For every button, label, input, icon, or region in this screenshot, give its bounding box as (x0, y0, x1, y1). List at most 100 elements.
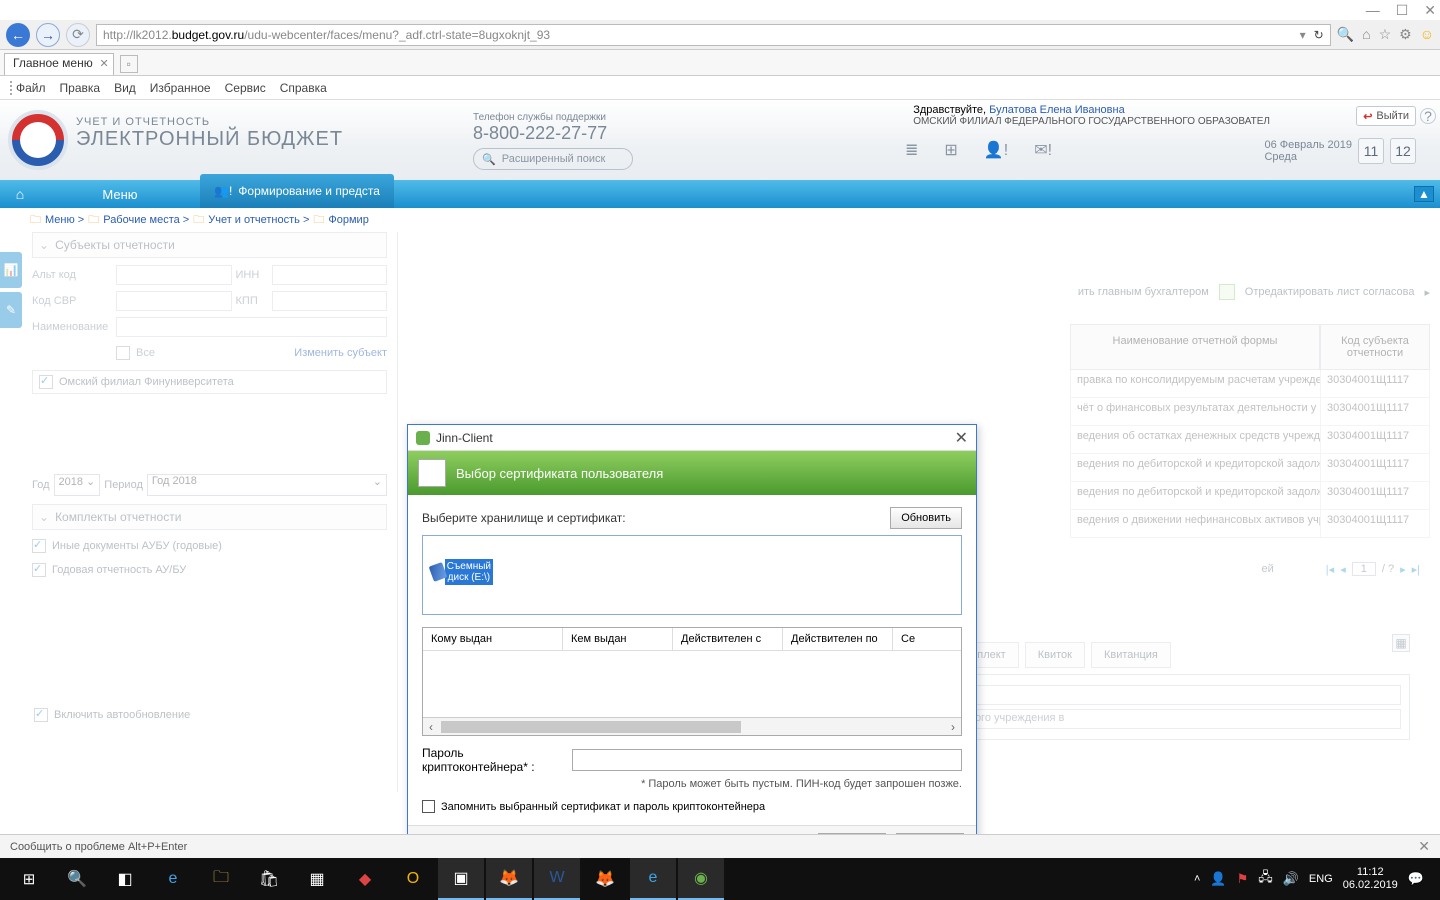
support-phone: 8-800-222-27-77 (473, 123, 633, 144)
app-brand: УЧЕТ И ОТЧЕТНОСТЬ ЭЛЕКТРОННЫЙ БЮДЖЕТ (76, 116, 343, 180)
address-bar[interactable]: http://lk2012.budget.gov.ru/udu-webcente… (96, 24, 1331, 46)
url-prefix: http://lk2012. (103, 28, 172, 42)
dialog-close-icon[interactable]: ✕ (955, 428, 968, 448)
browser-navbar: ← → ⟳ http://lk2012.budget.gov.ru/udu-we… (0, 20, 1440, 50)
edge-icon[interactable]: e (150, 858, 196, 900)
password-input[interactable] (572, 749, 962, 771)
menu-view[interactable]: Вид (114, 81, 136, 95)
back-button[interactable]: ← (6, 23, 30, 47)
tray-volume-icon[interactable]: 🔊 (1283, 871, 1299, 887)
refresh-button[interactable]: ⟳ (66, 23, 90, 47)
horiz-scrollbar[interactable]: ‹ › (423, 717, 961, 735)
maximize-icon[interactable]: ☐ (1396, 2, 1409, 19)
search-taskbar-icon[interactable]: 🔍 (54, 858, 100, 900)
home-icon[interactable]: ⌂ (1362, 26, 1370, 43)
cert-grid-body[interactable] (423, 651, 961, 717)
store-icon[interactable]: 🛍 (246, 858, 292, 900)
iexplore-icon[interactable]: e (630, 858, 676, 900)
tray-alert-icon[interactable]: ⚑ (1237, 871, 1249, 887)
browser-tab[interactable]: Главное меню ✕ (4, 53, 114, 75)
scroll-right-icon[interactable]: › (945, 720, 961, 734)
active-ribbon-tab[interactable]: 👥! Формирование и предста (200, 174, 394, 208)
advanced-search[interactable]: 🔍 Расширенный поиск (473, 148, 633, 170)
outlook-icon[interactable]: O (390, 858, 436, 900)
list-icon[interactable]: ≣ (905, 140, 918, 160)
smiley-icon[interactable]: ☺ (1420, 26, 1434, 43)
user-alert-icon[interactable]: 👤! (984, 140, 1008, 160)
menu-help[interactable]: Справка (280, 81, 327, 95)
jinn-taskbar-icon[interactable]: ◉ (678, 858, 724, 900)
close-icon[interactable]: ✕ (1424, 2, 1436, 19)
stop-reload-icon[interactable]: ↻ (1314, 28, 1324, 42)
url-path: /udu-webcenter/faces/menu?_adf.ctrl-stat… (244, 28, 550, 42)
grid-icon[interactable]: ⊞ (944, 140, 957, 160)
col-valid-from: Действителен с (673, 628, 783, 651)
cert-grid: Кому выдан Кем выдан Действителен с Дейс… (422, 627, 962, 736)
unknown-icon[interactable]: ▦ (294, 858, 340, 900)
crumb-item[interactable]: Рабочие места > (103, 214, 189, 226)
search-icon[interactable]: 🔍 (1337, 26, 1354, 43)
jinn-icon (416, 431, 430, 445)
total-commander-icon[interactable]: ▣ (438, 858, 484, 900)
firefox-icon[interactable]: 🦊 (486, 858, 532, 900)
user-info: Здравствуйте, Булатова Елена Ивановна ОМ… (913, 104, 1270, 127)
removable-drive-item[interactable]: Съемный диск (E:\) (431, 544, 493, 600)
explorer-icon[interactable]: 🗀 (198, 858, 244, 900)
tray-clock[interactable]: 11:12 06.02.2019 (1343, 866, 1398, 892)
col-issued-by: Кем выдан (563, 628, 673, 651)
crumb-item[interactable]: Формир (328, 214, 368, 226)
header-icons: ≣ ⊞ 👤! ✉! (905, 140, 1052, 160)
menu-favorites[interactable]: Избранное (150, 81, 211, 95)
status-bar: Сообщить о проблеме Alt+P+Enter ✕ (0, 834, 1440, 858)
tab-close-icon[interactable]: ✕ (100, 57, 109, 70)
gear-icon[interactable]: ⚙ (1399, 26, 1412, 43)
minimize-icon[interactable]: — (1366, 2, 1380, 18)
crypto-icon[interactable]: ◆ (342, 858, 388, 900)
menu-edit[interactable]: Правка (60, 81, 101, 95)
menu-label[interactable]: Меню (40, 180, 200, 208)
tray-notifications-icon[interactable]: 💬 (1408, 871, 1424, 887)
greet-label: Здравствуйте, (913, 104, 989, 116)
scroll-thumb[interactable] (441, 721, 741, 733)
dialog-titlebar[interactable]: Jinn-Client ✕ (408, 425, 976, 451)
app-header: УЧЕТ И ОТЧЕТНОСТЬ ЭЛЕКТРОННЫЙ БЮДЖЕТ Тел… (0, 100, 1440, 180)
taskview-icon[interactable]: ◧ (102, 858, 148, 900)
password-label: Пароль криптоконтейнера* : (422, 746, 572, 774)
remember-label: Запомнить выбранный сертификат и пароль … (441, 801, 765, 813)
storage-list: Съемный диск (E:\) (422, 535, 962, 615)
refresh-button[interactable]: Обновить (890, 507, 962, 529)
menu-service[interactable]: Сервис (225, 81, 266, 95)
date-num1: 11 (1358, 138, 1384, 164)
remember-checkbox[interactable] (422, 800, 435, 813)
crumb-item[interactable]: Меню > (45, 214, 84, 226)
favorites-icon[interactable]: ☆ (1379, 26, 1392, 43)
status-close-icon[interactable]: ✕ (1418, 838, 1430, 855)
alert-icon: 👥! (214, 184, 232, 198)
system-tray: ˄ 👤 ⚑ 🖧 🔊 ENG 11:12 06.02.2019 💬 (1194, 866, 1434, 892)
browser-tabstrip: Главное меню ✕ ▫ (0, 50, 1440, 76)
crumb-item[interactable]: Учет и отчетность > (208, 214, 309, 226)
dropdown-icon[interactable]: ▾ (1300, 28, 1306, 42)
firefox2-icon[interactable]: 🦊 (582, 858, 628, 900)
tray-lang[interactable]: ENG (1309, 873, 1333, 885)
brand-top: УЧЕТ И ОТЧЕТНОСТЬ (76, 116, 343, 128)
col-valid-to: Действителен по (783, 628, 893, 651)
tray-up-icon[interactable]: ˄ (1194, 873, 1200, 885)
app-logo (8, 110, 68, 170)
exit-button[interactable]: Выйти (1356, 106, 1416, 126)
collapse-arrow-icon[interactable]: ▲ (1414, 186, 1434, 202)
help-icon[interactable]: ? (1420, 108, 1436, 124)
select-label: Выберите хранилище и сертификат: (422, 511, 626, 525)
tray-people-icon[interactable]: 👤 (1210, 871, 1226, 887)
new-tab-button[interactable]: ▫ (120, 55, 138, 73)
forward-button[interactable]: → (36, 23, 60, 47)
start-button[interactable]: ⊞ (6, 858, 52, 900)
folder-icon: 🗀 (88, 211, 99, 230)
home-icon[interactable]: ⌂ (0, 186, 40, 202)
mail-icon[interactable]: ✉! (1034, 140, 1052, 160)
word-icon[interactable]: W (534, 858, 580, 900)
date-text: 06 Февраль 2019 (1264, 139, 1352, 151)
menu-file[interactable]: Файл (10, 81, 46, 95)
tray-network-icon[interactable]: 🖧 (1258, 868, 1273, 890)
scroll-left-icon[interactable]: ‹ (423, 720, 439, 734)
